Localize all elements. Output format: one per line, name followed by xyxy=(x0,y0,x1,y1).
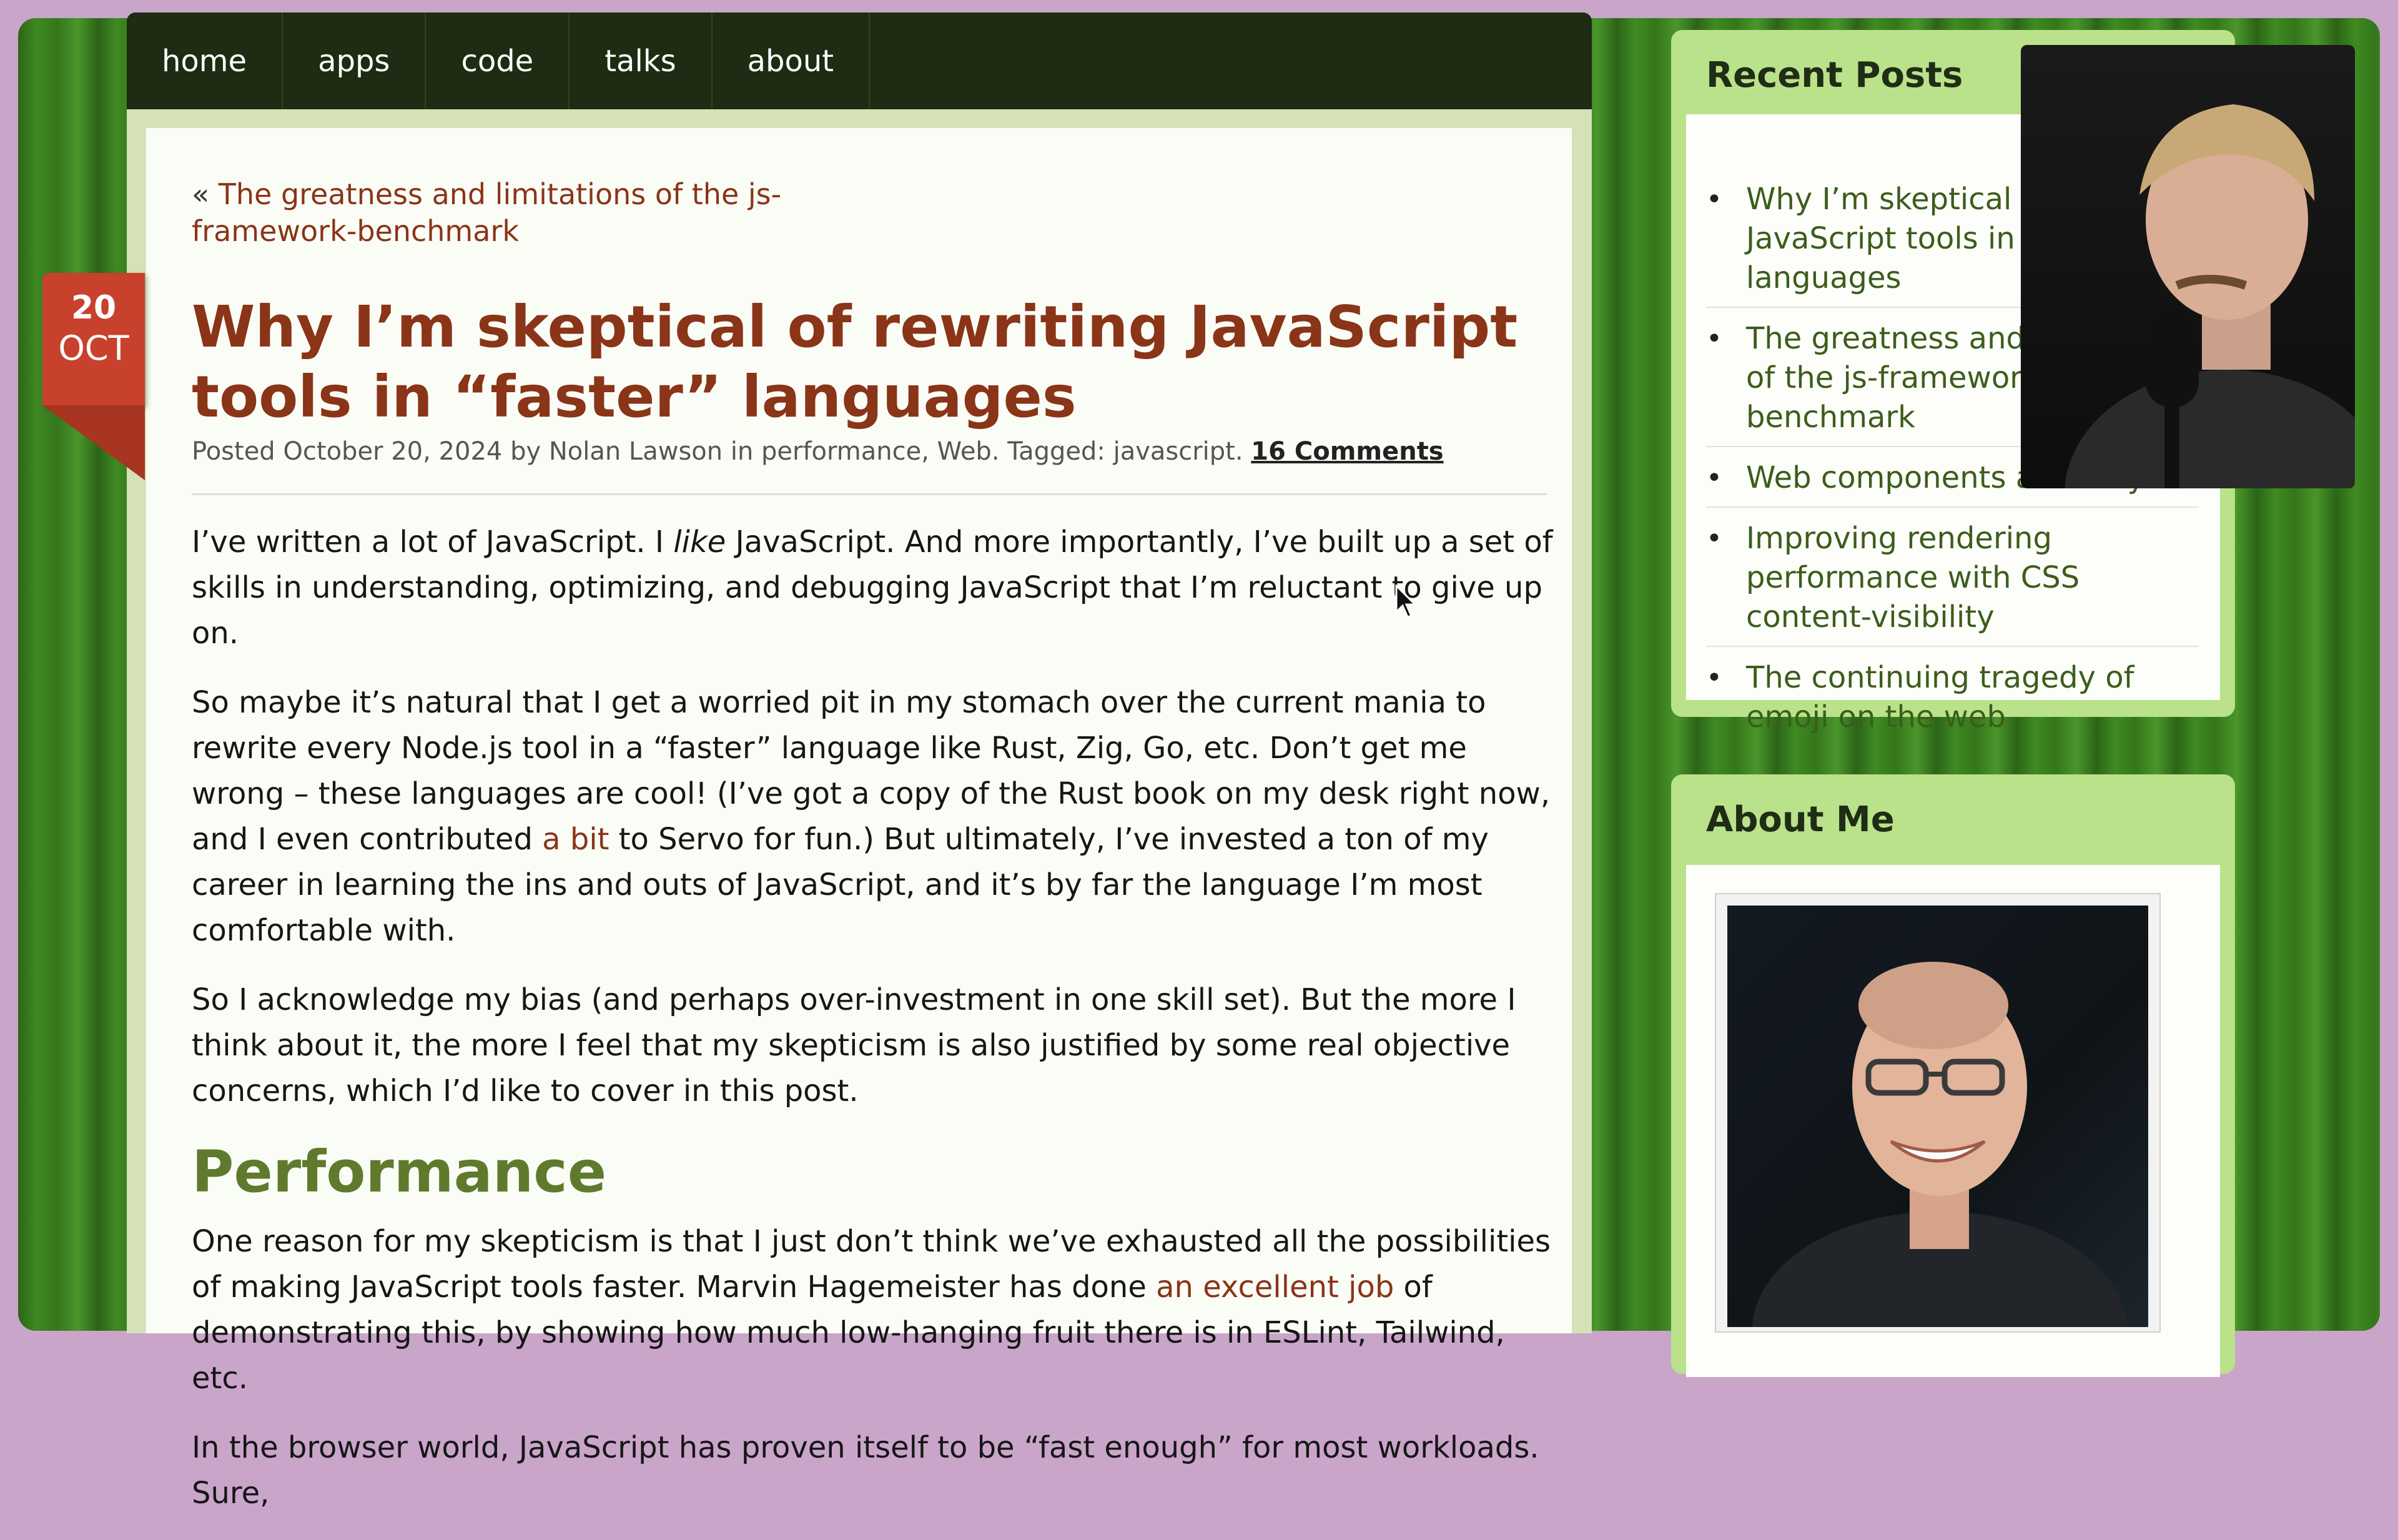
paragraph-3: So I acknowledge my bias (and perhaps ov… xyxy=(192,982,1516,1108)
previous-post-link[interactable]: The greatness and limitations of the js-… xyxy=(192,177,781,248)
meta-divider xyxy=(192,493,1547,495)
main-nav: home apps code talks about xyxy=(127,12,1592,109)
prev-arrow: « xyxy=(192,177,210,211)
meta-tag[interactable]: javascript. xyxy=(1113,437,1243,466)
meta-by: by xyxy=(510,437,541,466)
about-me-title: About Me xyxy=(1706,799,1895,840)
recent-post-item[interactable]: • The continuing tragedy of emoji on the … xyxy=(1706,658,2199,746)
meta-author[interactable]: Nolan Lawson xyxy=(549,437,723,466)
date-month: OCT xyxy=(58,328,129,368)
meta-date[interactable]: October 20, 2024 xyxy=(283,437,502,466)
meta-tagged: Tagged: xyxy=(1007,437,1105,466)
post-title[interactable]: Why I’m skeptical of rewriting JavaScrip… xyxy=(192,292,1603,432)
excellent-job-link[interactable]: an excellent job xyxy=(1156,1270,1394,1305)
nav-apps[interactable]: apps xyxy=(283,12,427,109)
author-photo-frame xyxy=(1715,893,2161,1333)
author-portrait-icon xyxy=(1752,962,2127,1327)
section-heading-performance: Performance xyxy=(192,1138,607,1205)
date-day: 20 xyxy=(71,289,117,327)
emphasis-like: like xyxy=(673,525,726,560)
paragraph-1: I’ve written a lot of JavaScript. I like… xyxy=(192,525,1553,651)
nav-about[interactable]: about xyxy=(713,12,871,109)
comments-link[interactable]: 16 Comments xyxy=(1251,437,1443,466)
paragraph-5: In the browser world, JavaScript has pro… xyxy=(192,1430,1539,1511)
presenter-video-icon xyxy=(2065,104,2355,488)
paragraph-2: So maybe it’s natural that I get a worri… xyxy=(192,685,1551,948)
nav-code[interactable]: code xyxy=(426,12,570,109)
bullet: • xyxy=(1706,662,1722,694)
nav-home[interactable]: home xyxy=(127,12,284,109)
about-me-widget: About Me xyxy=(1671,774,2235,1377)
recent-post-item[interactable]: • Improving rendering performance with CS… xyxy=(1706,519,2199,647)
paragraph-4: One reason for my skepticism is that I j… xyxy=(192,1224,1551,1396)
mouse-cursor-icon xyxy=(1395,585,1418,618)
bullet: • xyxy=(1706,462,1722,494)
bullet: • xyxy=(1706,184,1722,215)
nav-talks[interactable]: talks xyxy=(570,12,713,109)
date-badge: 20 OCT xyxy=(42,273,145,405)
meta-in: in xyxy=(730,437,754,466)
previous-post-nav: « The greatness and limitations of the j… xyxy=(192,176,816,250)
bullet: • xyxy=(1706,523,1722,555)
bullet: • xyxy=(1706,323,1722,355)
meta-categories[interactable]: performance, Web. xyxy=(761,437,1000,466)
meta-posted: Posted xyxy=(192,437,275,466)
servo-link[interactable]: a bit xyxy=(542,822,609,857)
author-photo xyxy=(1727,906,2148,1327)
post-body: I’ve written a lot of JavaScript. I like… xyxy=(192,520,1559,1540)
webcam-overlay xyxy=(2021,45,2355,488)
date-badge-ribbon xyxy=(42,405,145,480)
post-meta: Posted October 20, 2024 by Nolan Lawson … xyxy=(192,437,1444,466)
recent-posts-title: Recent Posts xyxy=(1706,55,1963,96)
